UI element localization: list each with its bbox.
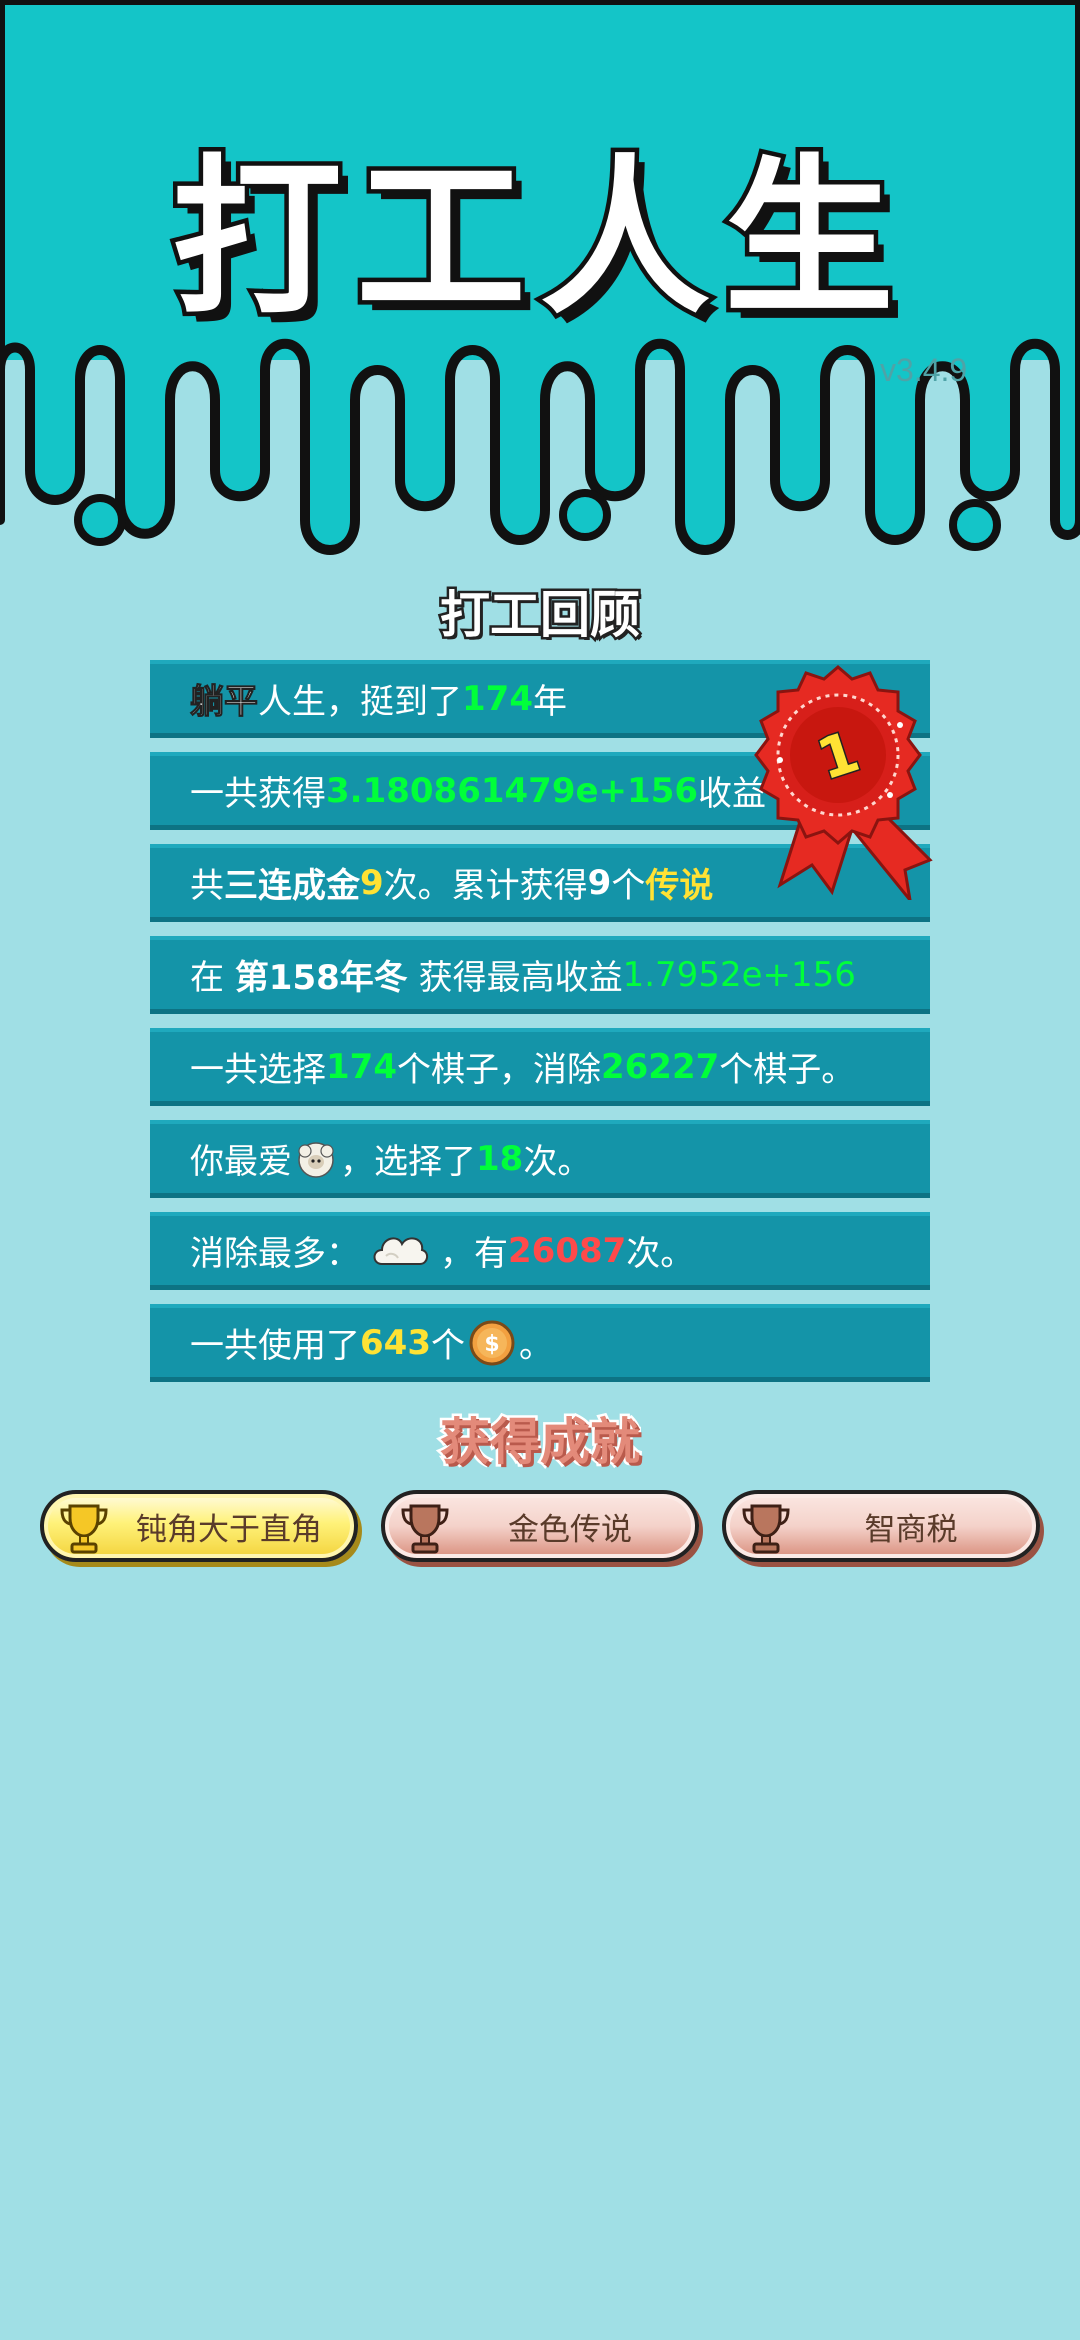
- row-text: 共: [190, 866, 224, 906]
- achievement-label: 智商税: [864, 1511, 958, 1548]
- row-text: 一共选择: [190, 1050, 326, 1090]
- achievements-heading: 获得成就: [438, 1411, 643, 1474]
- row-text: 个: [430, 1326, 465, 1366]
- row-text: ，选择了: [340, 1142, 476, 1182]
- achievement-badge-iq-tax[interactable]: 智商税: [722, 1490, 1040, 1562]
- achievement-label: 金色传说: [508, 1511, 632, 1548]
- trophy-icon: [401, 1504, 449, 1554]
- row-text: 个棋子，消除: [396, 1050, 601, 1090]
- row-text: 次。: [626, 1234, 695, 1274]
- review-row-favorite: 你最爱 ，选择了 18 次。: [150, 1120, 930, 1198]
- coins-used-value: 643: [360, 1322, 431, 1363]
- lifestyle-text: 躺平: [190, 682, 259, 723]
- rank-medal-icon: 1: [754, 665, 933, 900]
- total-income-value: 3.180861479e+156: [326, 770, 699, 811]
- row-text: 。: [518, 1326, 553, 1366]
- review-row-pieces: 一共选择 174 个棋子，消除 26227 个棋子。: [150, 1028, 930, 1106]
- most-cleared-count-value: 26087: [508, 1230, 627, 1271]
- header-banner: 打工人生 v3.4.9: [0, 0, 1080, 560]
- triple-merge-text: 三连成金: [224, 866, 360, 906]
- favorite-count-value: 18: [476, 1138, 524, 1179]
- legend-count-value: 9: [587, 862, 612, 903]
- pieces-cleared-value: 26227: [600, 1046, 720, 1087]
- row-text: 个: [611, 866, 646, 906]
- row-text: 年: [532, 682, 567, 722]
- sheep-icon: [298, 1141, 334, 1178]
- app-title: 打工人生: [167, 136, 908, 343]
- cloud-icon: [373, 1236, 428, 1265]
- row-text: 消除最多：: [190, 1234, 360, 1274]
- trophy-icon: [742, 1504, 790, 1554]
- years-value: 174: [462, 678, 533, 719]
- achievement-badge-obtuse-angle[interactable]: 钝角大于直角: [40, 1490, 358, 1562]
- legend-text: 传说: [645, 866, 714, 906]
- achievement-badge-golden-legend[interactable]: 金色传说: [381, 1490, 699, 1562]
- coin-icon: $: [469, 1320, 515, 1365]
- row-text: 一共获得: [190, 774, 326, 814]
- best-income-value: 1.7952e+156: [622, 954, 856, 995]
- row-text: 一共使用了: [190, 1326, 360, 1366]
- achievement-label: 钝角大于直角: [136, 1511, 322, 1548]
- triple-count-value: 9: [360, 862, 384, 903]
- review-heading: 打工回顾: [438, 584, 643, 647]
- row-text: 你最爱: [190, 1142, 292, 1182]
- row-text: 次。累计获得: [383, 866, 588, 906]
- row-text: 次。: [523, 1142, 592, 1182]
- trophy-icon: [60, 1504, 108, 1554]
- best-season-value: 第158年冬: [234, 958, 408, 998]
- row-text: 在: [190, 958, 235, 998]
- version-label: v3.4.9: [880, 352, 968, 388]
- svg-text:$: $: [484, 1332, 499, 1357]
- row-text: 人生，挺到了: [258, 682, 462, 722]
- review-row-coins: 一共使用了 643 个 $ 。: [150, 1304, 930, 1382]
- review-row-most-cleared: 消除最多： ，有 26087 次。: [150, 1212, 930, 1290]
- pieces-chosen-value: 174: [326, 1046, 397, 1087]
- review-row-best-income: 在 第158年冬 获得最高收益 1.7952e+156: [150, 936, 930, 1014]
- row-text: ，有: [440, 1234, 508, 1274]
- row-text: 获得最高收益: [407, 958, 623, 998]
- row-text: 个棋子。: [719, 1050, 856, 1090]
